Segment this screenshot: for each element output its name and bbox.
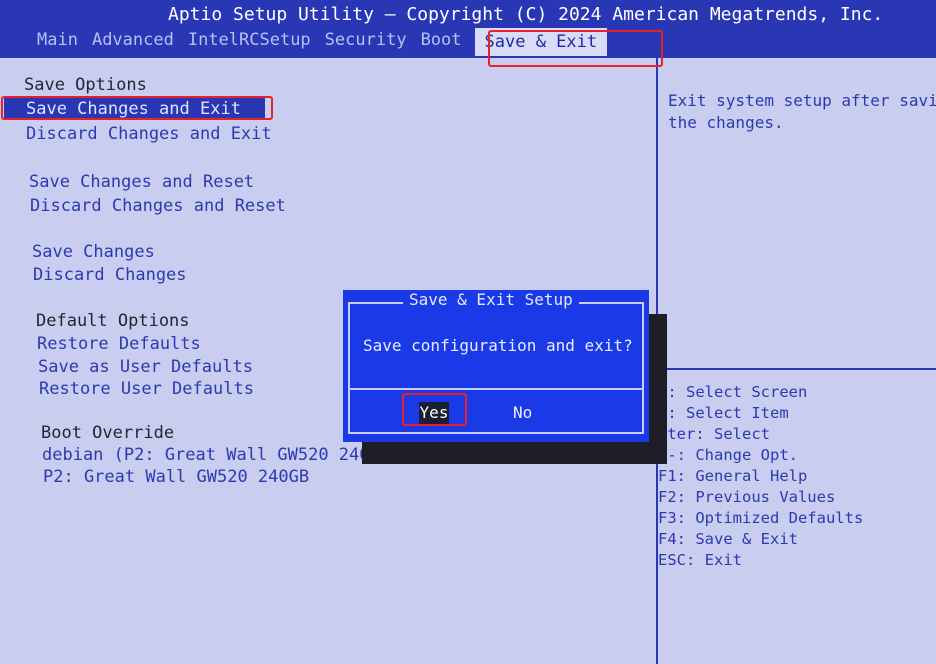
- menu-item-discard-changes-and-reset[interactable]: Discard Changes and Reset: [30, 195, 286, 217]
- default-options-header: Default Options: [36, 311, 190, 331]
- tab-boot[interactable]: Boot: [414, 28, 469, 56]
- menu-item-boot-override-debian[interactable]: debian (P2: Great Wall GW520 240G: [42, 444, 380, 466]
- annotation-box-save-exit-tab: [488, 30, 663, 67]
- annotation-box-yes-button: [402, 393, 467, 426]
- key-legend: +: Select Screen ↓: Select Item nter: Se…: [658, 383, 864, 569]
- menu-item-restore-defaults[interactable]: Restore Defaults: [37, 333, 201, 355]
- dialog-separator: [350, 388, 642, 390]
- help-divider: [658, 368, 936, 370]
- tab-intelrcsetup[interactable]: IntelRCSetup: [181, 28, 318, 56]
- save-exit-dialog: Save & Exit Setup Save configuration and…: [343, 290, 649, 442]
- help-panel: Exit system setup after savi the changes…: [658, 58, 936, 664]
- menu-item-save-as-user-defaults[interactable]: Save as User Defaults: [38, 356, 253, 378]
- boot-override-header: Boot Override: [41, 423, 175, 443]
- menu-item-discard-changes-and-exit[interactable]: Discard Changes and Exit: [26, 123, 272, 145]
- no-button[interactable]: No: [513, 402, 532, 424]
- menu-item-boot-override-p2[interactable]: P2: Great Wall GW520 240GB: [43, 466, 309, 488]
- save-options-header: Save Options: [24, 75, 147, 95]
- title-bar: Aptio Setup Utility – Copyright (C) 2024…: [0, 0, 936, 58]
- tab-advanced[interactable]: Advanced: [85, 28, 181, 56]
- annotation-box-save-changes-and-exit: [1, 96, 273, 120]
- dialog-message: Save configuration and exit?: [363, 336, 633, 355]
- tab-main[interactable]: Main: [30, 28, 85, 56]
- menu-item-discard-changes[interactable]: Discard Changes: [33, 264, 187, 286]
- utility-title: Aptio Setup Utility – Copyright (C) 2024…: [168, 4, 884, 25]
- help-description: Exit system setup after savi the changes…: [668, 91, 936, 132]
- menu-item-restore-user-defaults[interactable]: Restore User Defaults: [39, 378, 254, 400]
- dialog-title: Save & Exit Setup: [403, 290, 579, 309]
- dialog-frame: [348, 302, 644, 434]
- menu-item-save-changes-and-reset[interactable]: Save Changes and Reset: [29, 171, 254, 193]
- tab-security[interactable]: Security: [318, 28, 414, 56]
- menu-item-save-changes[interactable]: Save Changes: [32, 241, 155, 263]
